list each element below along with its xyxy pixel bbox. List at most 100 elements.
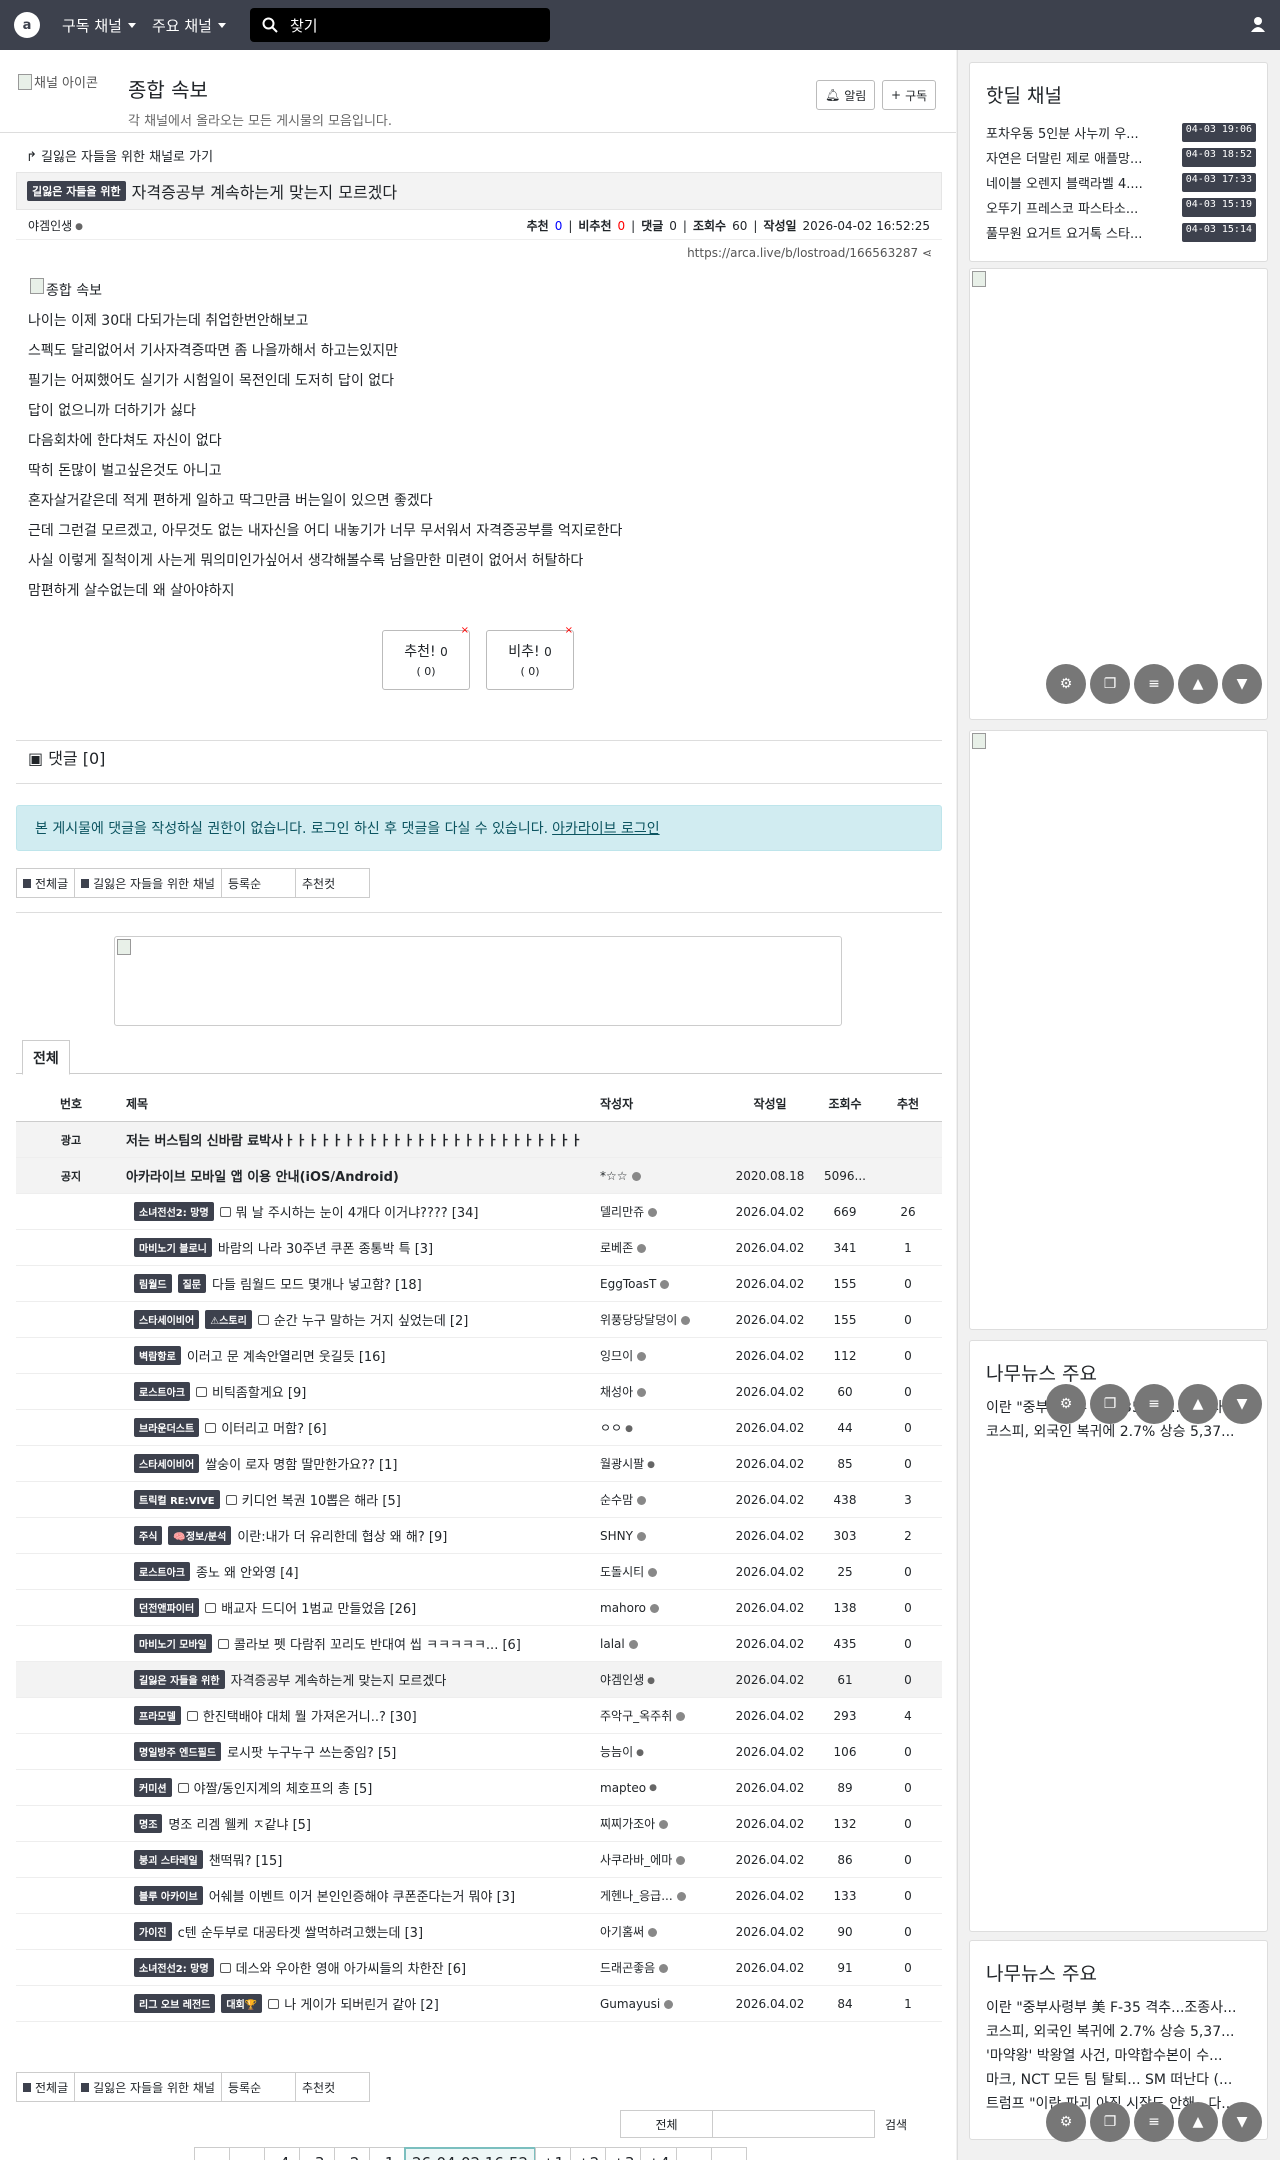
- filter-channel[interactable]: 길잃은 자들을 위한 채널: [74, 868, 222, 898]
- news-item[interactable]: 코스피, 외국인 복귀에 2.7% 상승 5,37...: [986, 2021, 1256, 2041]
- page-m1[interactable]: -1: [369, 2147, 405, 2160]
- page-last[interactable]: »: [710, 2147, 747, 2160]
- login-link[interactable]: 아카라이브 로그인: [552, 818, 660, 838]
- post-url[interactable]: https://arca.live/b/lostroad/166563287 ⋖: [687, 246, 932, 260]
- row-author[interactable]: 로베존: [600, 1239, 730, 1256]
- row-author[interactable]: 사쿠라바_에마: [600, 1851, 730, 1868]
- row-author[interactable]: 야겜인생 ●: [600, 1671, 730, 1688]
- news-item[interactable]: 코스피, 외국인 복귀에 2.7% 상승 5,37...: [986, 1421, 1256, 1441]
- page-next[interactable]: ›: [675, 2147, 712, 2160]
- table-row[interactable]: 리그 오브 레전드 대회🏆 나 게이가 되버린거 같아 [2] Gumayusi 202…: [16, 1986, 942, 2022]
- subscribed-channels-menu[interactable]: 구독 채널: [62, 15, 136, 36]
- category-badge[interactable]: 스타세이비어: [134, 1310, 200, 1329]
- upvote-button[interactable]: × 추천! 0 ( 0): [382, 625, 470, 690]
- row-author[interactable]: 월광시팔 ●: [600, 1455, 730, 1472]
- table-row[interactable]: 던전앤파이터 배교자 드디어 1범교 만들었음 [26] mahoro 2026.04…: [16, 1590, 942, 1626]
- hotdeal-item[interactable]: 오뚜기 프레스코 파스타소... 04-03 15:19: [986, 198, 1256, 217]
- row-author[interactable]: SHNY: [600, 1529, 730, 1543]
- search-scope-select[interactable]: 전체: [620, 2110, 713, 2138]
- category-badge[interactable]: 벽람항로: [134, 1346, 181, 1365]
- alarm-button[interactable]: 🔔︎ 알림: [816, 80, 876, 110]
- hotdeal-item[interactable]: 자연은 더말린 제로 애플망... 04-03 18:52: [986, 148, 1256, 167]
- category-badge[interactable]: 리그 오브 레전드: [134, 1994, 216, 2013]
- table-row[interactable]: 붕괴 스타레일 챈떡뭐? [15] 사쿠라바_에마 2026.04.02 86 0: [16, 1842, 942, 1878]
- category-badge[interactable]: 림월드: [134, 1274, 172, 1293]
- row-author[interactable]: 능늠이 ●: [600, 1743, 730, 1760]
- gear-icon[interactable]: ⚙: [1046, 664, 1086, 704]
- arrow-up-icon[interactable]: ▲: [1178, 1384, 1218, 1424]
- category-badge[interactable]: 커미션: [134, 1778, 172, 1797]
- page-p2[interactable]: +2: [570, 2147, 607, 2160]
- row-author[interactable]: 찌찌가조아: [600, 1815, 730, 1832]
- sidebar-ad-2[interactable]: [969, 730, 1268, 1330]
- arrow-up-icon[interactable]: ▲: [1178, 2102, 1218, 2142]
- table-row[interactable]: 마비노기 블로니 바람의 나라 30주년 쿠폰 종통박 특 [3] 로베존 2026.…: [16, 1230, 942, 1266]
- hotdeal-title[interactable]: 핫딜 채널: [986, 81, 1267, 108]
- hotdeal-item[interactable]: 포차우동 5인분 사누끼 우... 04-03 19:06: [986, 123, 1256, 142]
- table-row[interactable]: 가이진 c텐 순두부로 대공타겟 쌀먹하려고했는데 [3] 아기홈써 2026.04.…: [16, 1914, 942, 1950]
- page-p4[interactable]: +4: [640, 2147, 677, 2160]
- hotdeal-item[interactable]: 네이블 오렌지 블랙라벨 4.... 04-03 17:33: [986, 173, 1256, 192]
- category-badge[interactable]: 붕괴 스타레일: [134, 1850, 203, 1869]
- sort-order[interactable]: 등록순: [220, 868, 296, 898]
- page-p3[interactable]: +3: [605, 2147, 642, 2160]
- arrow-up-icon[interactable]: ▲: [1178, 664, 1218, 704]
- main-channels-menu[interactable]: 주요 채널: [152, 15, 226, 36]
- board-search-input[interactable]: [712, 2110, 875, 2138]
- row-author[interactable]: 잉므이: [600, 1347, 730, 1364]
- copy-icon[interactable]: ❐: [1090, 2102, 1130, 2142]
- subscribe-button[interactable]: + 구독: [882, 80, 937, 110]
- category-badge[interactable]: 마비노기 모바일: [134, 1634, 212, 1653]
- row-author[interactable]: mahoro: [600, 1601, 730, 1615]
- table-row[interactable]: 프라모델 한진택배야 대체 뭘 가져온거니..? [30] 주악구_옥주취 2026.…: [16, 1698, 942, 1734]
- category-badge[interactable]: 길잃은 자들을 위한: [134, 1670, 225, 1689]
- page-p1[interactable]: +1: [535, 2147, 572, 2160]
- arrow-down-icon[interactable]: ▼: [1222, 2102, 1262, 2142]
- page-m4[interactable]: -4: [264, 2147, 300, 2160]
- news-item[interactable]: '마약왕' 박왕열 사건, 마약합수본이 수...: [986, 2045, 1256, 2065]
- list-icon[interactable]: ≡: [1134, 1384, 1174, 1424]
- search-input[interactable]: 찾기: [249, 8, 550, 42]
- category-badge[interactable]: 블루 아카이브: [134, 1886, 203, 1905]
- table-row[interactable]: 브라운더스트 이터리고 머함? [6] ㅇㅇ ● 2026.04.02 44 0: [16, 1410, 942, 1446]
- table-row[interactable]: 길잃은 자들을 위한 자격증공부 계속하는게 맞는지 모르겠다 야겜인생 ● 2026.…: [16, 1662, 942, 1698]
- table-row[interactable]: 벽람항로 이러고 문 계속안열리면 웃길듯 [16] 잉므이 2026.04.02 11…: [16, 1338, 942, 1374]
- category-badge[interactable]: 주식: [134, 1526, 163, 1545]
- category-badge[interactable]: 스타세이비어: [134, 1454, 200, 1473]
- news-item[interactable]: 마크, NCT 모든 팀 탈퇴... SM 떠난다 (...: [986, 2069, 1256, 2089]
- row-author[interactable]: ㅇㅇ ●: [600, 1419, 730, 1436]
- category-badge[interactable]: 명일방주 엔드필드: [134, 1742, 222, 1761]
- table-row[interactable]: 로스트아크 비틱좀할게요 [9] 채성아 2026.04.02 60 0: [16, 1374, 942, 1410]
- rec-cut[interactable]: 추천컷: [294, 868, 370, 898]
- table-row[interactable]: 소녀전선2: 망명 뭐 날 주시하는 눈이 4개다 이거냐???? [34] 델리만…: [16, 1194, 942, 1230]
- sidebar-ad-1[interactable]: [969, 268, 1268, 720]
- sort-order[interactable]: 등록순: [220, 2072, 296, 2102]
- category-badge[interactable]: 로스트아크: [134, 1382, 190, 1401]
- table-row[interactable]: 커미션 야짤/동인지계의 체호프의 총 [5] mapteo ● 2026.04.02 8…: [16, 1770, 942, 1806]
- table-row[interactable]: 마비노기 모바일 콜라보 펫 다람쥐 꼬리도 반대여 씹 ㅋㅋㅋㅋㅋ... [6]…: [16, 1626, 942, 1662]
- row-author[interactable]: mapteo ●: [600, 1781, 730, 1795]
- news-title[interactable]: 나무뉴스 주요: [986, 1959, 1267, 1986]
- page-current[interactable]: 26-04-02 16:52: [404, 2147, 537, 2160]
- category-badge[interactable]: 브라운더스트: [134, 1418, 200, 1437]
- arrow-down-icon[interactable]: ▼: [1222, 664, 1262, 704]
- row-author[interactable]: lalal: [600, 1637, 730, 1651]
- category-badge[interactable]: 소녀전선2: 망명: [134, 1958, 214, 1977]
- page-m2[interactable]: -2: [334, 2147, 370, 2160]
- gear-icon[interactable]: ⚙: [1046, 1384, 1086, 1424]
- hotdeal-item[interactable]: 풀무원 요거트 요거톡 스타... 04-03 15:14: [986, 223, 1256, 242]
- row-author[interactable]: 주악구_옥주취: [600, 1707, 730, 1724]
- category-badge[interactable]: 소녀전선2: 망명: [134, 1202, 214, 1221]
- table-row[interactable]: 소녀전선2: 망명 데스와 우아한 영애 아가씨들의 차한잔 [6] 드래곤좋음 20…: [16, 1950, 942, 1986]
- table-row[interactable]: 스타세이비어 쌀숭이 로자 명함 딸만한가요?? [1] 월광시팔 ● 2026.04.…: [16, 1446, 942, 1482]
- category-badge[interactable]: 로스트아크: [134, 1562, 190, 1581]
- row-author[interactable]: EggToasT: [600, 1277, 730, 1291]
- subcategory-badge[interactable]: ⚠스토리: [205, 1310, 252, 1329]
- ad-banner[interactable]: [114, 936, 842, 1026]
- user-icon[interactable]: [1250, 16, 1266, 32]
- channel-title[interactable]: 종합 속보: [128, 74, 208, 103]
- category-badge[interactable]: 가이진: [134, 1922, 172, 1941]
- tab-all[interactable]: 전체: [22, 1040, 70, 1075]
- table-row[interactable]: 트릭컬 RE:VIVE 키디언 복권 10뽑은 해라 [5] 순수맘 2026.04.…: [16, 1482, 942, 1518]
- table-row[interactable]: 로스트아크 종노 왜 안와영 [4] 도돌시티 2026.04.02 25 0: [16, 1554, 942, 1590]
